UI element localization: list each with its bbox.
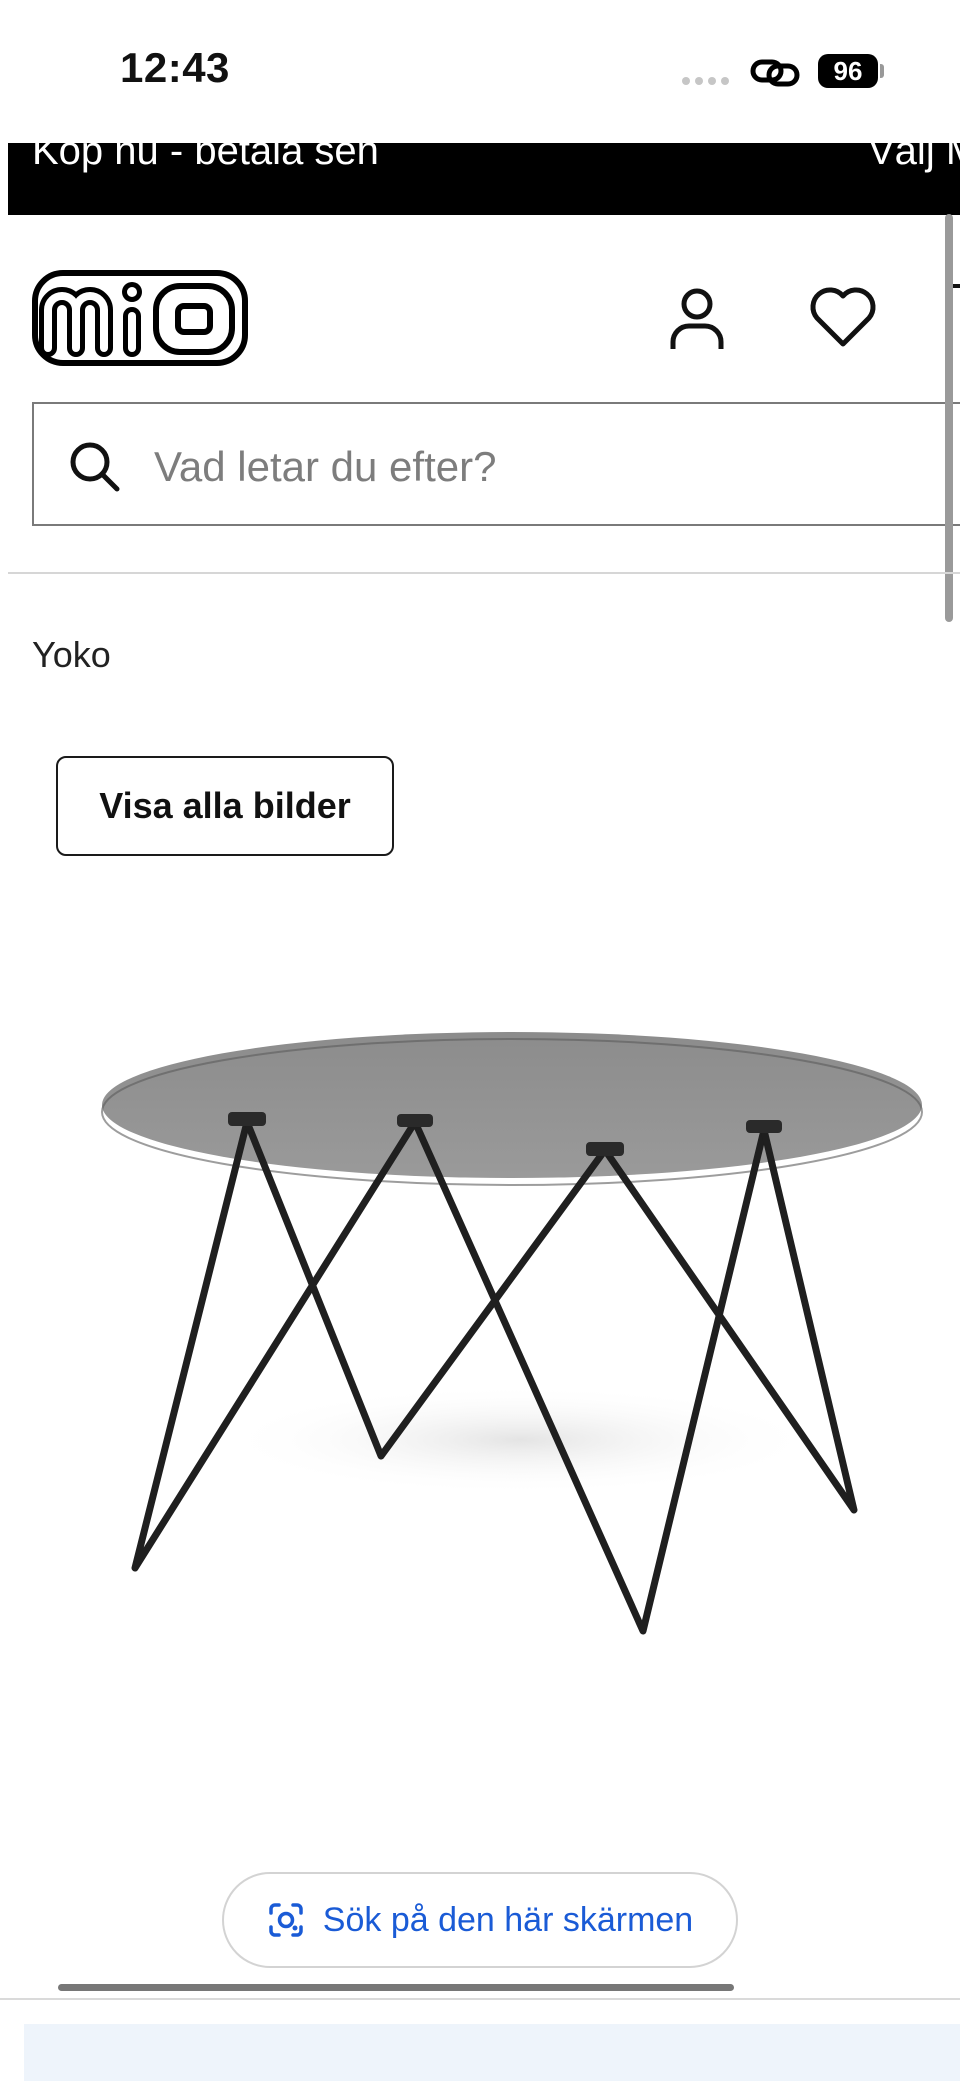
- home-indicator: [58, 1984, 734, 1991]
- product-image[interactable]: [90, 1020, 930, 1660]
- breadcrumb[interactable]: Yoko: [32, 634, 111, 676]
- header-divider: [8, 572, 960, 574]
- search-screen-button[interactable]: Sök på den här skärmen: [222, 1872, 738, 1968]
- status-time: 12:43: [120, 44, 230, 91]
- page-scrollbar[interactable]: [945, 214, 953, 622]
- promo-text: Köp nu - betala sen: [32, 143, 379, 173]
- promo-banner[interactable]: Köp nu - betala sen Välj M: [8, 143, 960, 215]
- signal-icon: [682, 77, 729, 85]
- battery-icon: 96: [818, 54, 878, 88]
- search-input[interactable]: [154, 432, 914, 502]
- search-screen-label: Sök på den här skärmen: [322, 1900, 694, 1939]
- search-icon: [70, 442, 120, 492]
- link-icon: [750, 59, 800, 87]
- lens-icon: [269, 1903, 303, 1937]
- bottom-panel: [24, 2024, 960, 2081]
- heart-icon[interactable]: [808, 286, 878, 348]
- account-icon[interactable]: [668, 286, 726, 352]
- show-all-images-button[interactable]: Visa alla bilder: [56, 756, 394, 856]
- battery-tip: [880, 64, 884, 78]
- mio-logo[interactable]: [32, 270, 248, 366]
- promo-text-next: Välj M: [868, 143, 960, 173]
- bottom-divider: [0, 1998, 960, 2000]
